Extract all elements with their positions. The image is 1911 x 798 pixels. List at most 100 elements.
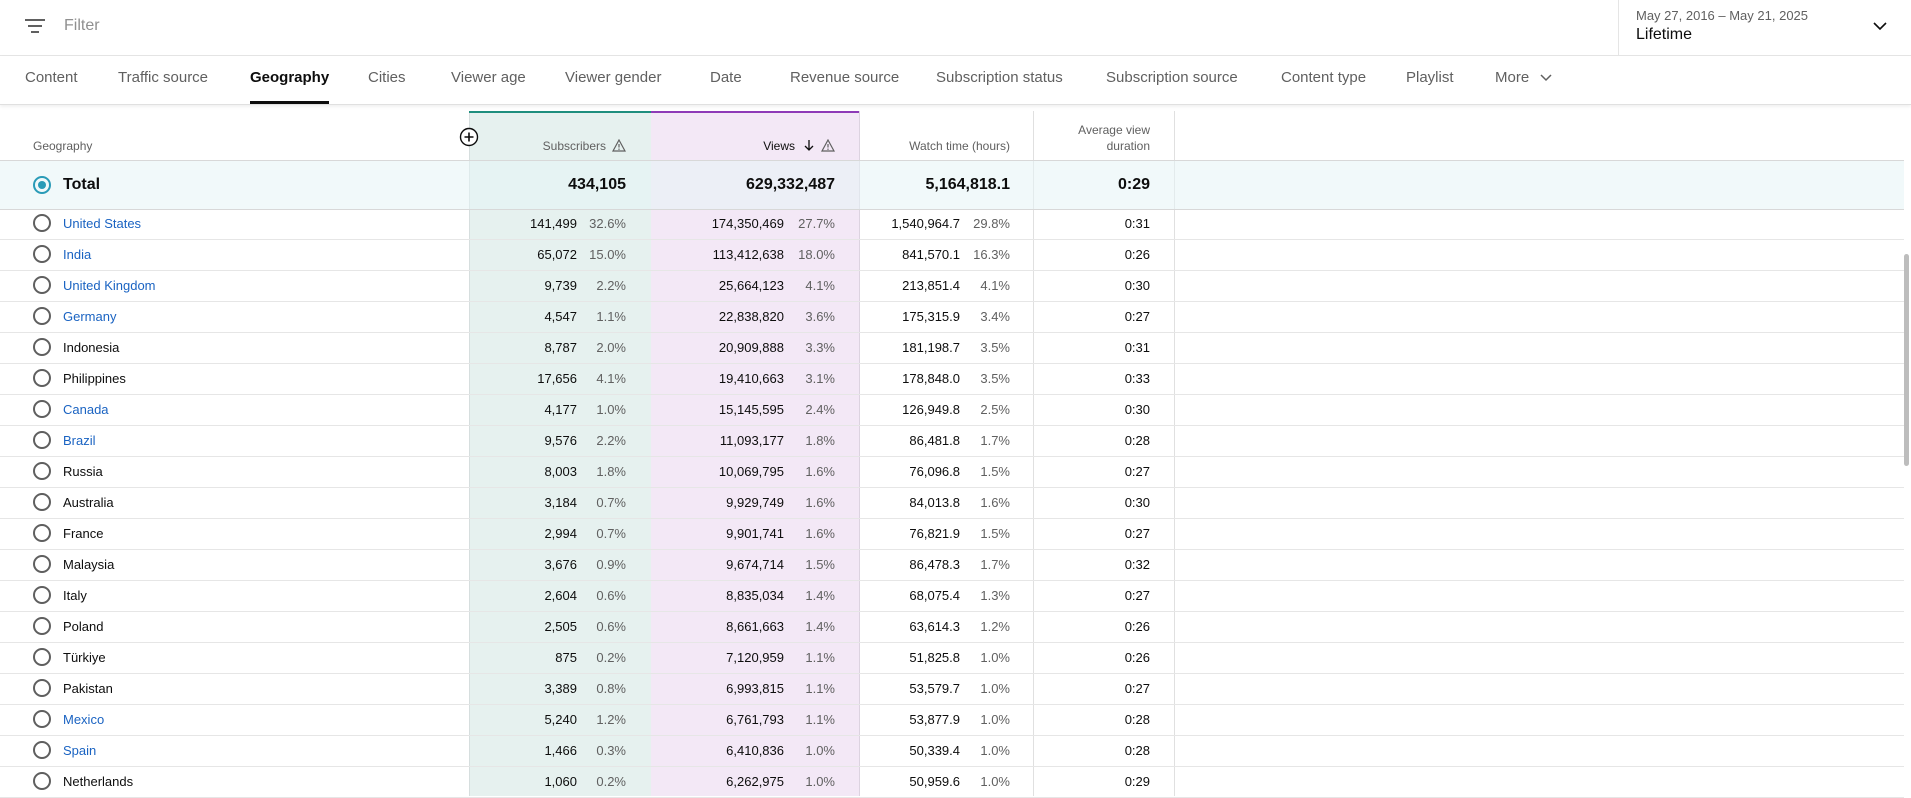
row-radio[interactable] [33, 307, 51, 325]
header-views-label: Views [763, 139, 795, 153]
row-radio[interactable] [33, 586, 51, 604]
row-views-pct: 1.4% [805, 588, 835, 603]
row-subscribers-pct: 1.8% [596, 464, 626, 479]
tab-content-type[interactable]: Content type [1281, 56, 1366, 104]
row-subscribers-pct: 0.8% [596, 681, 626, 696]
table-row: Italy 2,604 0.6% 8,835,034 1.4% 68,075.4 1.3% 0… [0, 580, 1904, 612]
row-geography[interactable]: Canada [63, 402, 109, 417]
row-subscribers: 3,676 [544, 557, 577, 572]
chevron-down-icon [1540, 74, 1552, 82]
row-radio[interactable] [33, 617, 51, 635]
header-subscribers[interactable]: Subscribers [480, 139, 626, 153]
row-views-pct: 1.5% [805, 557, 835, 572]
row-geography[interactable]: India [63, 247, 91, 262]
row-views: 9,929,749 [726, 495, 784, 510]
header-average-view-duration[interactable]: Average view duration [1040, 122, 1150, 154]
tab-revenue-source[interactable]: Revenue source [790, 56, 899, 104]
row-radio[interactable] [33, 741, 51, 759]
row-geography: Netherlands [63, 774, 134, 789]
row-subscribers-pct: 0.7% [596, 495, 626, 510]
row-subscribers-pct: 1.0% [596, 402, 626, 417]
date-range-picker[interactable]: May 27, 2016 – May 21, 2025 Lifetime [1618, 0, 1911, 55]
row-geography[interactable]: United Kingdom [63, 278, 156, 293]
row-radio[interactable] [33, 555, 51, 573]
arrow-down-sort-icon [804, 140, 814, 151]
row-geography[interactable]: United States [63, 216, 141, 231]
row-geography[interactable]: Mexico [63, 712, 104, 727]
row-radio[interactable] [33, 772, 51, 790]
subscribers-accent-bar [469, 111, 651, 113]
row-subscribers-pct: 0.6% [596, 588, 626, 603]
row-subscribers-pct: 15.0% [589, 247, 626, 262]
filter-lines-icon[interactable] [25, 17, 47, 37]
row-avg-duration: 0:30 [1124, 495, 1150, 510]
tab-playlist[interactable]: Playlist [1406, 56, 1454, 104]
row-radio[interactable] [33, 648, 51, 666]
tab-subscription-status[interactable]: Subscription status [936, 56, 1063, 104]
tab-viewer-gender[interactable]: Viewer gender [565, 56, 661, 104]
total-watch-time: 5,164,818.1 [925, 176, 1010, 193]
row-watch-time: 175,315.9 [902, 309, 960, 324]
add-column-icon[interactable] [459, 127, 479, 147]
row-watch-time-pct: 29.8% [973, 216, 1010, 231]
row-radio[interactable] [33, 245, 51, 263]
warning-icon[interactable] [821, 139, 835, 152]
row-radio[interactable] [33, 710, 51, 728]
row-watch-time-pct: 3.4% [980, 309, 1010, 324]
row-views: 11,093,177 [719, 433, 784, 448]
tab-cities[interactable]: Cities [368, 56, 406, 104]
table-row: United States 141,499 32.6% 174,350,469 27.7… [0, 208, 1904, 240]
row-radio[interactable] [33, 493, 51, 511]
row-views-pct: 1.8% [805, 433, 835, 448]
tab-geography[interactable]: Geography [250, 56, 330, 104]
row-views: 6,761,793 [726, 712, 784, 727]
row-subscribers-pct: 0.7% [596, 526, 626, 541]
row-views-pct: 1.4% [805, 619, 835, 634]
header-watch-time[interactable]: Watch time (hours) [860, 139, 1010, 153]
row-radio[interactable] [33, 276, 51, 294]
row-geography[interactable]: Brazil [63, 433, 96, 448]
row-geography[interactable]: Spain [63, 743, 96, 758]
table-row: Malaysia 3,676 0.9% 9,674,714 1.5% 86,478.3 1.… [0, 549, 1904, 581]
tab-traffic-source[interactable]: Traffic source [118, 56, 208, 104]
warning-icon[interactable] [612, 139, 626, 152]
row-watch-time: 181,198.7 [902, 340, 960, 355]
tab-content[interactable]: Content [25, 56, 78, 104]
date-range-label: Lifetime [1636, 26, 1693, 43]
row-radio[interactable] [33, 400, 51, 418]
table-row: Canada 4,177 1.0% 15,145,595 2.4% 126,949.8 2.… [0, 394, 1904, 426]
total-radio[interactable] [33, 176, 51, 194]
tab-viewer-age[interactable]: Viewer age [451, 56, 526, 104]
row-avg-duration: 0:30 [1124, 278, 1150, 293]
row-subscribers: 8,787 [544, 340, 577, 355]
row-geography: Indonesia [63, 340, 120, 355]
tab-more[interactable]: More [1495, 56, 1553, 104]
row-subscribers: 141,499 [530, 216, 577, 231]
row-radio[interactable] [33, 431, 51, 449]
row-geography: France [63, 526, 104, 541]
row-radio[interactable] [33, 524, 51, 542]
report-tabs: Content Traffic source Geography Cities … [0, 56, 1911, 105]
row-views-pct: 3.1% [805, 371, 835, 386]
row-watch-time: 86,478.3 [909, 557, 960, 572]
row-radio[interactable] [33, 214, 51, 232]
scrollbar-thumb[interactable] [1904, 254, 1909, 466]
tab-date[interactable]: Date [710, 56, 742, 104]
row-watch-time: 50,339.4 [909, 743, 960, 758]
row-subscribers-pct: 0.3% [596, 743, 626, 758]
row-subscribers-pct: 0.6% [596, 619, 626, 634]
table-row: Germany 4,547 1.1% 22,838,820 3.6% 175,315.9 3… [0, 301, 1904, 333]
row-avg-duration: 0:28 [1124, 743, 1150, 758]
table-total-row: Total 434,105 629,332,487 5,164,818.1 0:… [0, 160, 1904, 210]
row-geography[interactable]: Germany [63, 309, 116, 324]
row-radio[interactable] [33, 369, 51, 387]
row-geography: Russia [63, 464, 103, 479]
row-radio[interactable] [33, 338, 51, 356]
row-radio[interactable] [33, 462, 51, 480]
row-watch-time: 76,821.9 [909, 526, 960, 541]
header-views[interactable]: Views [680, 139, 835, 153]
row-radio[interactable] [33, 679, 51, 697]
row-watch-time-pct: 2.5% [980, 402, 1010, 417]
tab-subscription-source[interactable]: Subscription source [1106, 56, 1238, 104]
filter-input[interactable]: Filter [64, 17, 100, 35]
